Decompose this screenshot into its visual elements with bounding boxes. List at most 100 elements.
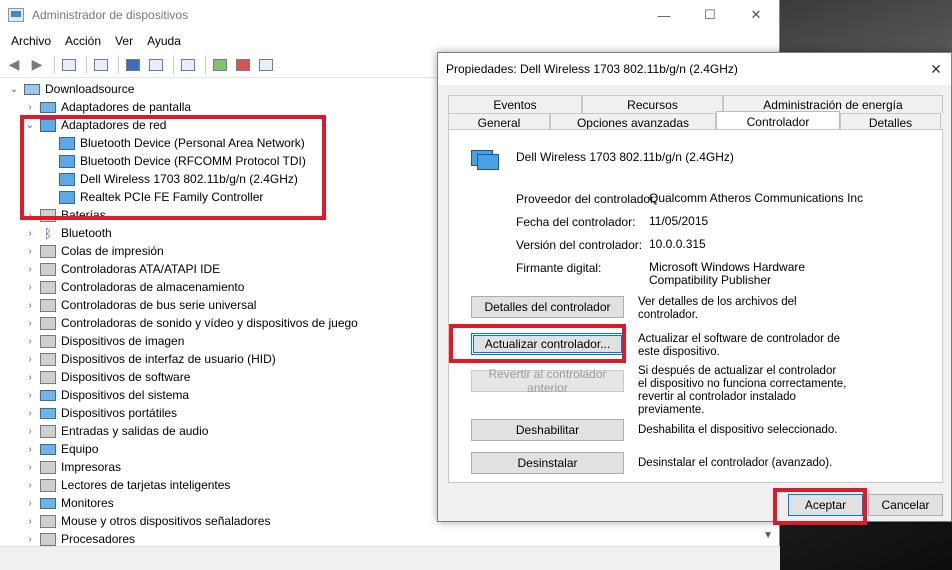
- camera-icon: [40, 334, 56, 348]
- toolbar-separator: [118, 55, 119, 74]
- print-queue-icon: [40, 244, 56, 258]
- view-icon: [149, 58, 163, 71]
- highlight-network-adapters: [20, 115, 326, 220]
- tree-node-label: Monitores: [61, 496, 114, 510]
- toolbar-separator: [86, 55, 87, 74]
- back-arrow-icon: ◀: [8, 56, 20, 72]
- uninstall-device-icon: [236, 58, 250, 71]
- tab-eventos[interactable]: Eventos: [448, 95, 582, 113]
- field-label: Firmante digital:: [516, 261, 602, 275]
- driver-version-value: 10.0.0.315: [649, 237, 706, 251]
- chevron-right-icon[interactable]: ›: [24, 390, 36, 401]
- menu-archivo[interactable]: Archivo: [4, 34, 58, 48]
- software-device-icon: [40, 370, 56, 384]
- help-button[interactable]: [123, 55, 143, 75]
- maximize-button[interactable]: ☐: [687, 0, 733, 30]
- rollback-driver-button[interactable]: Revertir al controlador anterior: [471, 367, 624, 395]
- action-description: Deshabilita el dispositivo seleccionado.: [638, 424, 838, 436]
- dialog-title: Propiedades: Dell Wireless 1703 802.11b/…: [446, 62, 738, 76]
- chevron-right-icon[interactable]: ›: [24, 102, 36, 113]
- dialog-title-bar: Propiedades: Dell Wireless 1703 802.11b/…: [438, 53, 951, 85]
- uninstall-device-button[interactable]: [233, 55, 253, 75]
- disable-device-button[interactable]: Deshabilitar: [471, 419, 624, 441]
- chevron-right-icon[interactable]: ›: [24, 426, 36, 437]
- back-button[interactable]: ◀: [4, 55, 24, 75]
- driver-date-value: 11/05/2015: [649, 214, 709, 228]
- menu-accion[interactable]: Acción: [58, 34, 108, 48]
- driver-tab-panel: Dell Wireless 1703 802.11b/g/n (2.4GHz) …: [448, 129, 943, 483]
- tree-node-label: Controladoras ATA/ATAPI IDE: [61, 262, 221, 276]
- menu-ver[interactable]: Ver: [108, 34, 140, 48]
- chevron-right-icon[interactable]: ›: [24, 246, 36, 257]
- scroll-down-icon[interactable]: ▼: [763, 530, 773, 541]
- uninstall-driver-button[interactable]: Desinstalar: [471, 452, 624, 474]
- driver-provider-value: Qualcomm Atheros Communications Inc: [649, 191, 864, 205]
- chevron-right-icon[interactable]: ›: [24, 318, 36, 329]
- cancel-button[interactable]: Cancelar: [868, 494, 943, 516]
- driver-details-button[interactable]: Detalles del controlador: [471, 296, 624, 318]
- disable-device-button[interactable]: [256, 55, 276, 75]
- menu-bar: Archivo Acción Ver Ayuda: [0, 30, 779, 52]
- tab-row-top: Eventos Recursos Administración de energ…: [448, 95, 943, 113]
- tree-node-label: Procesadores: [61, 532, 136, 546]
- tree-node-label: Controladoras de sonido y vídeo y dispos…: [61, 316, 358, 330]
- chevron-right-icon[interactable]: ›: [24, 228, 36, 239]
- device-manager-icon: [8, 8, 24, 22]
- tree-node-label: Controladoras de almacenamiento: [61, 280, 245, 294]
- scan-hardware-button[interactable]: [178, 55, 198, 75]
- close-button[interactable]: ✕: [733, 0, 779, 30]
- storage-controller-icon: [40, 280, 56, 294]
- help-icon: [126, 58, 140, 71]
- chevron-right-icon[interactable]: ›: [24, 408, 36, 419]
- chevron-right-icon[interactable]: ›: [24, 336, 36, 347]
- minimize-button[interactable]: —: [641, 0, 687, 30]
- update-driver-icon: [213, 58, 227, 71]
- forward-button[interactable]: ▶: [27, 55, 47, 75]
- bluetooth-icon: ᛒ: [44, 225, 52, 241]
- tab-recursos[interactable]: Recursos: [582, 95, 723, 113]
- view-button[interactable]: [146, 55, 166, 75]
- chevron-right-icon[interactable]: ›: [24, 264, 36, 275]
- show-hide-console-tree-button[interactable]: [59, 55, 79, 75]
- menu-ayuda[interactable]: Ayuda: [140, 34, 188, 48]
- tree-node-label: Adaptadores de pantalla: [61, 100, 192, 114]
- highlight-update-driver: [449, 324, 626, 363]
- monitor-icon: [40, 497, 56, 509]
- action-description: Actualizar el software de controlador de…: [638, 333, 840, 358]
- chevron-right-icon[interactable]: ›: [24, 534, 36, 545]
- chevron-right-icon[interactable]: ›: [24, 498, 36, 509]
- properties-dialog: Propiedades: Dell Wireless 1703 802.11b/…: [437, 52, 952, 522]
- chevron-right-icon[interactable]: ›: [24, 282, 36, 293]
- toolbar-separator: [173, 55, 174, 74]
- chevron-right-icon[interactable]: ›: [24, 444, 36, 455]
- tree-node-label: Controladoras de bus serie universal: [61, 298, 257, 312]
- action-description: Ver detalles de los archivos del control…: [638, 296, 797, 321]
- chevron-down-icon[interactable]: ⌄: [8, 84, 20, 95]
- window-controls: — ☐ ✕: [641, 0, 779, 30]
- chevron-right-icon[interactable]: ›: [24, 354, 36, 365]
- properties-icon: [94, 58, 108, 71]
- tree-node-label: Downloadsource: [45, 82, 135, 96]
- smart-card-icon: [40, 478, 56, 492]
- chevron-right-icon[interactable]: ›: [24, 480, 36, 491]
- dialog-close-button[interactable]: ✕: [921, 61, 951, 78]
- system-device-icon: [40, 389, 56, 401]
- toolbar-separator: [205, 55, 206, 74]
- toolbar-separator: [54, 55, 55, 74]
- update-driver-button[interactable]: [210, 55, 230, 75]
- chevron-right-icon[interactable]: ›: [24, 372, 36, 383]
- title-bar: Administrador de dispositivos — ☐ ✕: [0, 0, 779, 30]
- properties-button[interactable]: [91, 55, 111, 75]
- field-label: Proveedor del controlador:: [516, 192, 658, 206]
- device-name: Dell Wireless 1703 802.11b/g/n (2.4GHz): [516, 150, 734, 164]
- tree-node-label: Bluetooth: [61, 226, 112, 240]
- sound-icon: [40, 316, 56, 330]
- chevron-right-icon[interactable]: ›: [24, 516, 36, 527]
- tab-controlador[interactable]: Controlador: [716, 111, 840, 131]
- tree-node-processors[interactable]: › Procesadores: [0, 530, 780, 546]
- horizontal-scrollbar[interactable]: [0, 546, 780, 570]
- console-tree-icon: [62, 58, 76, 71]
- chevron-right-icon[interactable]: ›: [24, 300, 36, 311]
- field-label: Fecha del controlador:: [516, 215, 636, 229]
- chevron-right-icon[interactable]: ›: [24, 462, 36, 473]
